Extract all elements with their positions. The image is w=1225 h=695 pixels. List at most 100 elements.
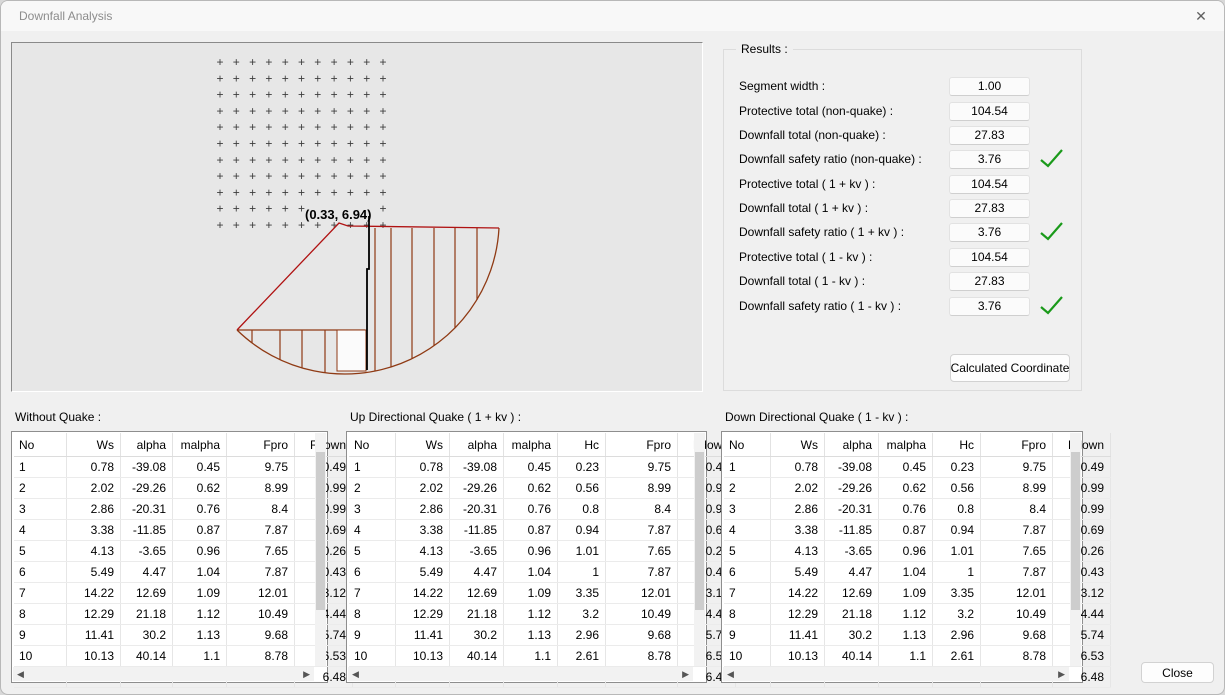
table-row[interactable]: 43.38-11.850.877.87-0.69 — [14, 520, 353, 541]
column-header[interactable]: malpha — [173, 433, 227, 457]
svg-text:+: + — [282, 185, 289, 199]
table-row[interactable]: 911.4130.21.132.969.685.74 — [724, 625, 1111, 646]
scroll-left-icon[interactable]: ◀ — [727, 669, 734, 680]
table-cell: 4 — [14, 520, 67, 541]
table-row[interactable]: 10.78-39.080.450.239.75-0.49 — [349, 457, 736, 478]
table-row[interactable]: 10.78-39.080.459.75-0.49 — [14, 457, 353, 478]
table-row[interactable]: 43.38-11.850.870.947.87-0.69 — [349, 520, 736, 541]
scrollbar-thumb[interactable] — [695, 452, 704, 610]
without-quake-label: Without Quake : — [15, 410, 101, 424]
scroll-left-icon[interactable]: ◀ — [17, 669, 24, 680]
column-header[interactable]: malpha — [504, 433, 558, 457]
scroll-right-icon[interactable]: ▶ — [1058, 669, 1065, 680]
table-row[interactable]: 65.494.471.0417.870.43 — [724, 562, 1111, 583]
svg-text:+: + — [331, 169, 338, 183]
scrollbar-thumb[interactable] — [316, 452, 325, 610]
horizontal-scrollbar[interactable]: ◀ ▶ — [723, 667, 1069, 681]
result-value-field[interactable]: 104.54 — [949, 175, 1030, 194]
table-row[interactable]: 65.494.471.047.870.43 — [14, 562, 353, 583]
table-cell: 4 — [724, 520, 771, 541]
column-header[interactable]: No — [349, 433, 396, 457]
vertical-scrollbar[interactable] — [1070, 433, 1081, 666]
table-row[interactable]: 43.38-11.850.870.947.87-0.69 — [724, 520, 1111, 541]
table-row[interactable]: 54.13-3.650.961.017.65-0.26 — [724, 541, 1111, 562]
column-header[interactable]: Ws — [771, 433, 825, 457]
result-value-field[interactable]: 27.83 — [949, 126, 1030, 145]
table-cell: 3.2 — [558, 604, 606, 625]
result-label: Downfall total ( 1 + kv ) : — [739, 199, 868, 218]
horizontal-scrollbar[interactable]: ◀ ▶ — [13, 667, 314, 681]
column-header[interactable]: alpha — [450, 433, 504, 457]
table-row[interactable]: 65.494.471.0417.870.43 — [349, 562, 736, 583]
column-header[interactable]: Hc — [933, 433, 981, 457]
table-row[interactable]: 714.2212.691.093.3512.013.12 — [724, 583, 1111, 604]
column-header[interactable]: malpha — [879, 433, 933, 457]
column-header[interactable]: Ws — [67, 433, 121, 457]
column-header[interactable]: Fpro — [981, 433, 1053, 457]
table-row[interactable]: 714.2212.691.0912.013.12 — [14, 583, 353, 604]
result-value-field[interactable]: 104.54 — [949, 102, 1030, 121]
table-row[interactable]: 22.02-29.260.620.568.99-0.99 — [724, 478, 1111, 499]
table-row[interactable]: 911.4130.21.132.969.685.74 — [349, 625, 736, 646]
svg-text:+: + — [216, 202, 223, 216]
marker-grid: ++++++++++++++++++++++++++++++++++++++++… — [216, 55, 386, 232]
svg-text:+: + — [249, 202, 256, 216]
table-row[interactable]: 32.86-20.310.768.4-0.99 — [14, 499, 353, 520]
vertical-scrollbar[interactable] — [315, 433, 326, 666]
column-header[interactable]: Hc — [558, 433, 606, 457]
vertical-scrollbar[interactable] — [694, 433, 705, 666]
column-header[interactable]: Ws — [396, 433, 450, 457]
result-value-field[interactable]: 3.76 — [949, 150, 1030, 169]
table-cell: 2.02 — [771, 478, 825, 499]
table-cell: 8.99 — [606, 478, 678, 499]
scrollbar-thumb[interactable] — [1071, 452, 1080, 610]
table-row[interactable]: 911.4130.21.139.685.74 — [14, 625, 353, 646]
table-row[interactable]: 10.78-39.080.450.239.75-0.49 — [724, 457, 1111, 478]
table-row[interactable]: 1010.1340.141.12.618.786.53 — [349, 646, 736, 667]
table-cell: 1.04 — [173, 562, 227, 583]
table-row[interactable]: 22.02-29.260.628.99-0.99 — [14, 478, 353, 499]
horizontal-scrollbar[interactable]: ◀ ▶ — [348, 667, 693, 681]
table-row[interactable]: 1010.1340.141.18.786.53 — [14, 646, 353, 667]
table-row[interactable]: 812.2921.181.123.210.494.44 — [349, 604, 736, 625]
svg-text:+: + — [233, 218, 240, 232]
table-row[interactable]: 54.13-3.650.967.65-0.26 — [14, 541, 353, 562]
table-cell: 7.87 — [227, 520, 295, 541]
result-value-field[interactable]: 27.83 — [949, 199, 1030, 218]
table-row[interactable]: 22.02-29.260.620.568.99-0.99 — [349, 478, 736, 499]
table-cell: 12.69 — [450, 583, 504, 604]
table-cell: -20.31 — [450, 499, 504, 520]
scroll-right-icon[interactable]: ▶ — [682, 669, 689, 680]
result-value-field[interactable]: 27.83 — [949, 272, 1030, 291]
column-header[interactable]: Fpro — [606, 433, 678, 457]
result-value-field[interactable]: 1.00 — [949, 77, 1030, 96]
calculated-coordinate-button[interactable]: Calculated Coordinate — [950, 354, 1070, 382]
result-value-field[interactable]: 3.76 — [949, 223, 1030, 242]
scroll-left-icon[interactable]: ◀ — [352, 669, 359, 680]
svg-text:+: + — [233, 202, 240, 216]
column-header[interactable]: No — [724, 433, 771, 457]
table-row[interactable]: 812.2921.181.1210.494.44 — [14, 604, 353, 625]
table-row[interactable]: 714.2212.691.093.3512.013.12 — [349, 583, 736, 604]
column-header[interactable]: Fpro — [227, 433, 295, 457]
svg-text:+: + — [265, 71, 272, 85]
table-row[interactable]: 812.2921.181.123.210.494.44 — [724, 604, 1111, 625]
close-button[interactable]: Close — [1141, 662, 1214, 683]
table-row[interactable]: 32.86-20.310.760.88.4-0.99 — [724, 499, 1111, 520]
check-icon — [1038, 219, 1064, 243]
column-header[interactable]: Fdown — [1053, 433, 1111, 457]
close-icon[interactable]: ✕ — [1178, 1, 1224, 31]
table-row[interactable]: 32.86-20.310.760.88.4-0.99 — [349, 499, 736, 520]
result-value-field[interactable]: 3.76 — [949, 297, 1030, 316]
table-cell: 1.13 — [173, 625, 227, 646]
column-header[interactable]: No — [14, 433, 67, 457]
scroll-right-icon[interactable]: ▶ — [303, 669, 310, 680]
table-cell: 5 — [14, 541, 67, 562]
column-header[interactable]: alpha — [121, 433, 173, 457]
table-cell: -0.26 — [1053, 541, 1111, 562]
column-header[interactable]: alpha — [825, 433, 879, 457]
table-row[interactable]: 1010.1340.141.12.618.786.53 — [724, 646, 1111, 667]
table-row[interactable]: 54.13-3.650.961.017.65-0.26 — [349, 541, 736, 562]
result-value-field[interactable]: 104.54 — [949, 248, 1030, 267]
table-cell: -11.85 — [450, 520, 504, 541]
